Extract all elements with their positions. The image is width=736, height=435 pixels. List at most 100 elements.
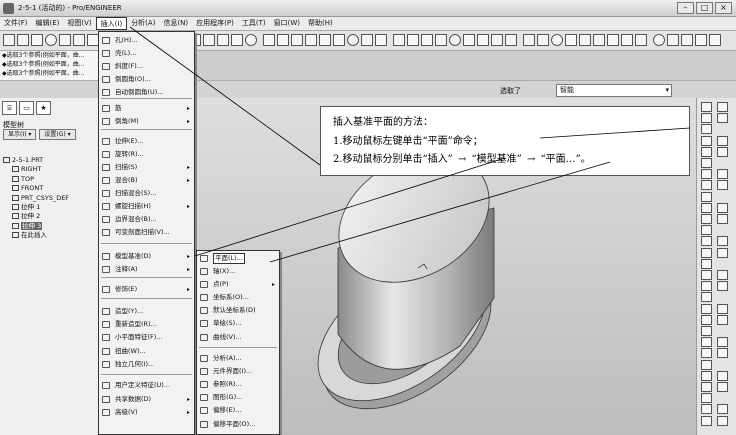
tool-button[interactable] (701, 281, 712, 292)
tree-item[interactable]: 2-5-1.PRT (3, 156, 101, 165)
insert-menu-item[interactable]: 倒角(M) ▸ (99, 116, 194, 127)
tool-button[interactable] (701, 169, 712, 180)
toolbar-button[interactable] (635, 34, 647, 46)
tool-button[interactable] (717, 247, 728, 258)
insert-menu-item[interactable]: 高级(V) ▸ (99, 407, 194, 418)
tool-button[interactable] (717, 236, 728, 247)
menu-analysis[interactable]: 分析(A) (127, 17, 159, 30)
tool-button[interactable] (701, 158, 712, 168)
tool-button[interactable] (717, 415, 728, 426)
tool-button[interactable] (701, 236, 712, 247)
toolbar-button[interactable] (621, 34, 633, 46)
tool-button[interactable] (717, 135, 728, 146)
menu-insert[interactable]: 插入(I) (95, 17, 128, 30)
datum-menu-item[interactable]: 偏移(E)... (197, 405, 279, 416)
insert-menu-item[interactable]: 独立几何(I)... (99, 359, 194, 370)
menu-info[interactable]: 信息(N) (159, 17, 192, 30)
toolbar-button[interactable] (333, 34, 345, 46)
toolbar-button[interactable] (421, 34, 433, 46)
settings-button[interactable]: 设置(G) ▾ (39, 129, 76, 140)
favorites-tab[interactable]: ★ (36, 101, 51, 115)
toolbar-button[interactable] (523, 34, 535, 46)
tree-item[interactable]: PRT_CSYS_DEF (3, 194, 101, 203)
menu-applications[interactable]: 应用程序(P) (192, 17, 238, 30)
insert-menu-item[interactable]: 斜度(F)... (99, 61, 194, 72)
minimize-button[interactable]: – (677, 2, 694, 14)
datum-menu-item[interactable]: 分析(A)... (197, 353, 279, 364)
menu-view[interactable]: 视图(V) (63, 17, 95, 30)
toolbar-button[interactable] (393, 34, 405, 46)
toolbar-button[interactable] (45, 34, 57, 46)
toolbar-button[interactable] (551, 34, 563, 46)
datum-menu-item[interactable]: 曲线(V)... (197, 332, 279, 343)
tool-button[interactable] (701, 247, 712, 258)
toolbar-button[interactable] (31, 34, 43, 46)
tool-button[interactable] (717, 214, 728, 224)
menu-help[interactable]: 帮助(H) (304, 17, 337, 30)
tool-button[interactable] (717, 113, 728, 124)
insert-menu-item[interactable]: 拉伸(E)... (99, 136, 194, 147)
tool-button[interactable] (717, 303, 728, 314)
tool-button[interactable] (701, 135, 712, 146)
insert-menu-item[interactable]: 扭曲(W)... (99, 346, 194, 357)
toolbar-button[interactable] (59, 34, 71, 46)
tool-button[interactable] (717, 270, 728, 280)
toolbar-button[interactable] (579, 34, 591, 46)
datum-menu-item[interactable]: 偏移平面(O)... (197, 419, 279, 430)
toolbar-button[interactable] (653, 34, 665, 46)
tool-button[interactable] (701, 415, 712, 426)
tool-button[interactable] (717, 281, 728, 292)
toolbar-button[interactable] (17, 34, 29, 46)
tool-button[interactable] (701, 370, 712, 381)
datum-menu-item[interactable]: 参照(R)... (197, 379, 279, 390)
toolbar-button[interactable] (505, 34, 517, 46)
toolbar-button[interactable] (361, 34, 373, 46)
tool-button[interactable] (717, 314, 728, 325)
toolbar-button[interactable] (263, 34, 275, 46)
tool-button[interactable] (701, 382, 712, 392)
insert-menu-item[interactable]: 自动倒圆角(U)... (99, 87, 194, 98)
insert-menu-item[interactable]: 孔(H)... (99, 35, 194, 46)
insert-menu-item[interactable]: 扫描(S) ▸ (99, 162, 194, 173)
tool-button[interactable] (701, 258, 712, 269)
toolbar-button[interactable] (375, 34, 387, 46)
tool-button[interactable] (717, 382, 728, 392)
toolbar-button[interactable] (203, 34, 215, 46)
tool-button[interactable] (701, 337, 712, 348)
datum-menu-item[interactable]: 轴(X)... (197, 266, 279, 277)
toolbar-button[interactable] (695, 34, 707, 46)
tool-button[interactable] (701, 225, 712, 236)
tool-button[interactable] (717, 337, 728, 348)
close-button[interactable]: × (715, 2, 732, 14)
toolbar-button[interactable] (291, 34, 303, 46)
toolbar-button[interactable] (681, 34, 693, 46)
tool-button[interactable] (717, 146, 728, 157)
toolbar-button[interactable] (435, 34, 447, 46)
toolbar-button[interactable] (593, 34, 605, 46)
tool-button[interactable] (701, 303, 712, 314)
datum-menu-item[interactable]: 图形(G)... (197, 392, 279, 403)
tool-button[interactable] (701, 359, 712, 370)
toolbar-button[interactable] (245, 34, 257, 46)
insert-menu-item[interactable]: 混合(B) ▸ (99, 175, 194, 186)
toolbar-button[interactable] (477, 34, 489, 46)
menu-window[interactable]: 窗口(W) (270, 17, 304, 30)
datum-menu-item[interactable]: 平面(L)... (197, 253, 279, 264)
filter-dropdown[interactable]: 智能 ▾ (556, 84, 672, 97)
datum-menu-item[interactable]: 点(P) ▸ (197, 279, 279, 290)
datum-menu-item[interactable]: 默认坐标系(D) (197, 305, 279, 316)
insert-menu-item[interactable]: 筋 ▸ (99, 103, 194, 114)
tool-button[interactable] (701, 393, 712, 404)
datum-menu-item[interactable]: 草绘(S)... (197, 318, 279, 329)
tool-button[interactable] (701, 124, 712, 135)
tree-item[interactable]: 拉伸 2 (3, 212, 101, 221)
insert-menu-item[interactable]: 壳(L)... (99, 48, 194, 59)
toolbar-button[interactable] (305, 34, 317, 46)
tree-item[interactable]: TOP (3, 175, 101, 184)
model-tree-tab[interactable]: ⌸ (2, 101, 17, 115)
tool-button[interactable] (701, 326, 712, 336)
toolbar-button[interactable] (667, 34, 679, 46)
toolbar-button[interactable] (565, 34, 577, 46)
toolbar-button[interactable] (537, 34, 549, 46)
toolbar-button[interactable] (73, 34, 85, 46)
